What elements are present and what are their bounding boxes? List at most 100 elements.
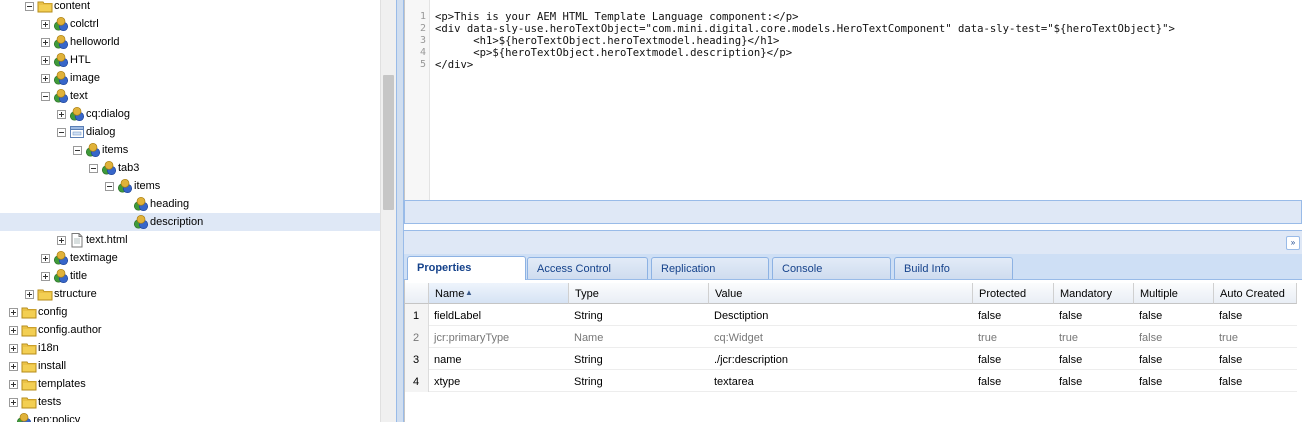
tree-node[interactable]: rep:policy (0, 411, 380, 422)
tree-node[interactable]: config.author (0, 321, 380, 339)
folder-icon (21, 340, 37, 356)
tree-node[interactable]: heading (0, 195, 380, 213)
expand-icon[interactable] (9, 380, 18, 389)
table-cell[interactable]: false (978, 376, 1001, 388)
table-cell[interactable]: fieldLabel (434, 310, 481, 322)
tree-node[interactable]: content (0, 0, 380, 15)
tab-properties[interactable]: Properties (407, 256, 526, 280)
table-cell[interactable]: String (574, 310, 603, 322)
table-cell[interactable]: true (978, 332, 997, 344)
table-cell[interactable]: false (1059, 310, 1082, 322)
tree-node[interactable]: description (0, 213, 380, 231)
chevrons-right-icon[interactable]: » (1286, 236, 1300, 250)
code-line[interactable]: <div data-sly-use.heroTextObject="com.mi… (435, 23, 1175, 35)
tree-node[interactable]: text (0, 87, 380, 105)
table-cell[interactable]: String (574, 354, 603, 366)
expand-icon[interactable] (41, 38, 50, 47)
table-cell[interactable]: false (1059, 354, 1082, 366)
column-header-name[interactable]: Name ▲ (429, 283, 569, 304)
table-cell[interactable]: false (1059, 376, 1082, 388)
collapse-icon[interactable] (41, 92, 50, 101)
table-row[interactable]: 4 xtype String textarea false false false false (405, 370, 1297, 392)
code-line[interactable]: <h1>${heroTextObject.heroTextmodel.headi… (435, 35, 779, 47)
expand-icon[interactable] (41, 56, 50, 65)
tree-node[interactable]: colctrl (0, 15, 380, 33)
expand-icon[interactable] (41, 254, 50, 263)
expand-icon[interactable] (9, 362, 18, 371)
expand-icon[interactable] (41, 20, 50, 29)
table-cell[interactable]: false (1139, 332, 1162, 344)
collapse-icon[interactable] (73, 146, 82, 155)
table-cell[interactable]: name (434, 354, 462, 366)
table-cell[interactable]: Desctiption (714, 310, 768, 322)
expand-icon[interactable] (41, 74, 50, 83)
expand-icon[interactable] (9, 308, 18, 317)
table-row[interactable]: 1 fieldLabel String Desctiption false false fa… (405, 304, 1297, 326)
panel-splitter[interactable] (396, 0, 404, 422)
tree-node[interactable]: cq:dialog (0, 105, 380, 123)
tree-node[interactable]: image (0, 69, 380, 87)
tree-node[interactable]: items (0, 177, 380, 195)
column-header-type[interactable]: Type (569, 283, 709, 304)
tree-node[interactable]: items (0, 141, 380, 159)
code-editor[interactable]: 12345 <p>This is your AEM HTML Template … (404, 0, 1302, 200)
tree-node[interactable]: tab3 (0, 159, 380, 177)
table-cell[interactable]: ./jcr:description (714, 354, 788, 366)
tree-scrollbar[interactable] (380, 0, 396, 422)
column-header-protected[interactable]: Protected (973, 283, 1054, 304)
collapse-icon[interactable] (57, 128, 66, 137)
code-line[interactable]: </div> (435, 59, 473, 71)
expand-icon[interactable] (57, 236, 66, 245)
tree-node[interactable]: textimage (0, 249, 380, 267)
table-cell[interactable]: false (1139, 310, 1162, 322)
table-cell[interactable]: String (574, 376, 603, 388)
table-cell[interactable]: false (1139, 354, 1162, 366)
tree-node[interactable]: HTL (0, 51, 380, 69)
table-cell[interactable]: xtype (434, 376, 460, 388)
column-header-multiple[interactable]: Multiple (1134, 283, 1214, 304)
table-cell[interactable]: false (1219, 354, 1242, 366)
collapse-icon[interactable] (105, 182, 114, 191)
tab-build-info[interactable]: Build Info (894, 257, 1013, 279)
expand-icon[interactable] (9, 398, 18, 407)
table-cell[interactable]: false (978, 310, 1001, 322)
tree-node[interactable]: title (0, 267, 380, 285)
code-line[interactable]: <p>${heroTextObject.heroTextmodel.descri… (435, 47, 792, 59)
tree-node[interactable]: structure (0, 285, 380, 303)
table-cell[interactable]: textarea (714, 376, 754, 388)
tab-replication[interactable]: Replication (651, 257, 769, 279)
table-cell[interactable]: true (1059, 332, 1078, 344)
table-row[interactable]: 3 name String ./jcr:description false false fa… (405, 348, 1297, 370)
tree-node[interactable]: templates (0, 375, 380, 393)
tree-scrollbar-thumb[interactable] (383, 75, 394, 210)
expand-icon[interactable] (9, 344, 18, 353)
expand-icon[interactable] (41, 272, 50, 281)
tree-node[interactable]: i18n (0, 339, 380, 357)
tree-node[interactable]: text.html (0, 231, 380, 249)
table-cell[interactable]: false (1219, 310, 1242, 322)
table-cell[interactable]: false (1219, 376, 1242, 388)
expand-icon[interactable] (25, 290, 34, 299)
tree-node[interactable]: helloworld (0, 33, 380, 51)
expand-icon[interactable] (9, 326, 18, 335)
table-cell[interactable]: true (1219, 332, 1238, 344)
tree-node[interactable]: config (0, 303, 380, 321)
collapse-icon[interactable] (89, 164, 98, 173)
code-line[interactable]: <p>This is your AEM HTML Template Langua… (435, 11, 799, 23)
column-header-auto-created[interactable]: Auto Created (1214, 283, 1297, 304)
tab-access-control[interactable]: Access Control (527, 257, 648, 279)
column-header-mandatory[interactable]: Mandatory (1054, 283, 1134, 304)
column-header-value[interactable]: Value (709, 283, 973, 304)
tree-node[interactable]: install (0, 357, 380, 375)
collapse-icon[interactable] (25, 2, 34, 11)
expand-icon[interactable] (57, 110, 66, 119)
tree-node[interactable]: tests (0, 393, 380, 411)
tab-console[interactable]: Console (772, 257, 891, 279)
table-cell[interactable]: jcr:primaryType (434, 332, 509, 344)
table-cell[interactable]: false (978, 354, 1001, 366)
table-cell[interactable]: false (1139, 376, 1162, 388)
table-cell[interactable]: cq:Widget (714, 332, 763, 344)
table-cell[interactable]: Name (574, 332, 603, 344)
tree-node[interactable]: dialog (0, 123, 380, 141)
table-row[interactable]: 2 jcr:primaryType Name cq:Widget true true fal… (405, 326, 1297, 348)
